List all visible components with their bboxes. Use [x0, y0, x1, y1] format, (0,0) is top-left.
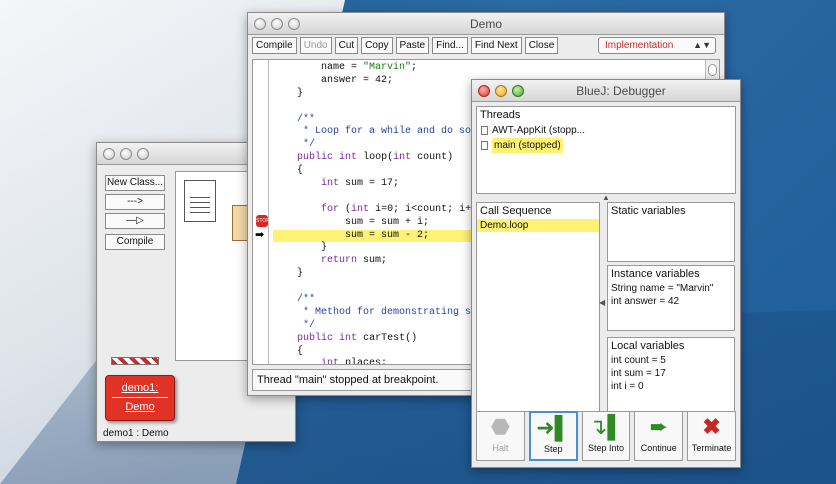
- splitter-handle[interactable]: ▲: [602, 193, 610, 202]
- thread-label: AWT-AppKit (stopp...: [492, 125, 585, 136]
- local-variables-panel: Local variables int count = 5 int sum = …: [607, 337, 735, 412]
- view-select[interactable]: Implementation ▲▼: [598, 37, 716, 54]
- splitter-handle[interactable]: ◀: [599, 298, 605, 307]
- local-variable[interactable]: int sum = 17: [608, 367, 734, 380]
- call-sequence-title: Call Sequence: [480, 205, 552, 217]
- toolbar-button-copy[interactable]: Copy: [361, 37, 393, 54]
- local-variable[interactable]: int i = 0: [608, 380, 734, 393]
- editor-title: Demo: [469, 17, 502, 31]
- static-variables-title: Static variables: [611, 205, 686, 217]
- thread-item[interactable]: AWT-AppKit (stopp...: [477, 123, 735, 138]
- step-icon: ➜▌: [536, 415, 571, 440]
- project-status-text: demo1 : Demo: [103, 428, 169, 439]
- readme-document-icon[interactable]: [184, 180, 216, 222]
- debugger-window: BlueJ: Debugger Threads AWT-AppKit (stop…: [471, 79, 741, 468]
- debugger-title: BlueJ: Debugger: [576, 84, 666, 98]
- local-variables-title: Local variables: [611, 340, 685, 352]
- object-name: demo1:: [121, 382, 159, 394]
- machine-busy-indicator: [111, 357, 159, 365]
- instance-variables-title: Instance variables: [611, 268, 700, 280]
- instance-variables-panel: Instance variables String name = "Marvin…: [607, 265, 735, 331]
- object-class: Demo: [125, 401, 155, 413]
- execution-pointer-icon: ➡: [255, 229, 265, 241]
- close-window-button[interactable]: [103, 148, 115, 160]
- editor-titlebar: Demo: [248, 13, 724, 35]
- step-into-icon: ↴▌: [588, 414, 624, 439]
- debugger-titlebar: BlueJ: Debugger: [472, 80, 740, 102]
- updown-arrows-icon: ▲▼: [693, 40, 711, 50]
- halt-button[interactable]: ⬣ Halt: [476, 411, 525, 461]
- threads-title: Threads: [480, 109, 521, 121]
- step-button[interactable]: ➜▌ Step: [528, 411, 578, 461]
- terminate-button[interactable]: ✖ Terminate: [687, 411, 736, 461]
- minimize-window-button[interactable]: [120, 148, 132, 160]
- code-line[interactable]: name = "Marvin";: [273, 62, 719, 75]
- uses-arrow-button[interactable]: --->: [105, 194, 165, 210]
- zoom-window-button[interactable]: [137, 148, 149, 160]
- halt-icon: ⬣: [490, 414, 510, 439]
- breakpoint-stop-icon[interactable]: STOP: [256, 215, 270, 227]
- compile-button[interactable]: Compile: [105, 234, 165, 250]
- call-sequence-item[interactable]: Demo.loop: [477, 219, 599, 232]
- terminate-icon: ✖: [702, 414, 721, 439]
- instance-variable[interactable]: int answer = 42: [608, 295, 734, 308]
- threads-panel: Threads AWT-AppKit (stopp... main (stopp…: [476, 106, 736, 194]
- object-bench-item[interactable]: demo1: Demo: [105, 375, 175, 421]
- step-into-button[interactable]: ↴▌ Step Into: [581, 411, 631, 461]
- instance-variable[interactable]: String name = "Marvin": [608, 282, 734, 295]
- view-select-value: Implementation: [605, 40, 674, 51]
- inheritance-arrow-button[interactable]: —▷: [105, 213, 165, 229]
- toolbar-button-cut[interactable]: Cut: [334, 37, 359, 54]
- continue-button[interactable]: ➨ Continue: [634, 411, 684, 461]
- debugger-controls: ⬣ Halt ➜▌ Step ↴▌ Step Into ➨ Continue ✖…: [476, 411, 736, 463]
- toolbar-button-paste[interactable]: Paste: [395, 37, 430, 54]
- editor-toolbar: Compile Undo Cut Copy Paste Find... Find Next C…: [252, 37, 559, 55]
- local-variable[interactable]: int count = 5: [608, 354, 734, 367]
- static-variables-panel: Static variables: [607, 202, 735, 262]
- thread-icon: [481, 126, 488, 135]
- new-class-button[interactable]: New Class...: [105, 175, 165, 191]
- toolbar-button-find-next[interactable]: Find Next: [470, 37, 522, 54]
- continue-icon: ➨: [649, 414, 669, 439]
- thread-label: main (stopped): [492, 138, 563, 153]
- toolbar-button-find[interactable]: Find...: [432, 37, 468, 54]
- thread-item[interactable]: main (stopped): [477, 138, 735, 153]
- call-sequence-panel: Call Sequence Demo.loop: [476, 202, 600, 412]
- toolbar-button-undo[interactable]: Undo: [299, 37, 332, 54]
- toolbar-button-compile[interactable]: Compile: [252, 37, 297, 54]
- breakpoint-gutter[interactable]: [253, 60, 269, 364]
- toolbar-button-close[interactable]: Close: [524, 37, 559, 54]
- thread-icon: [481, 141, 488, 150]
